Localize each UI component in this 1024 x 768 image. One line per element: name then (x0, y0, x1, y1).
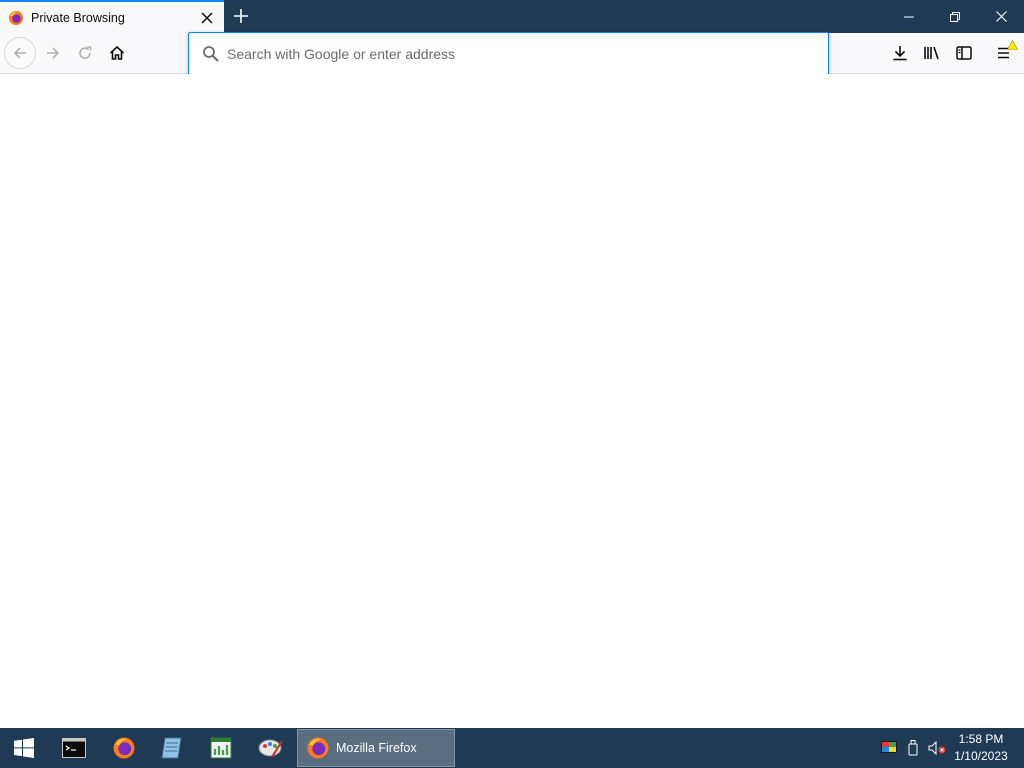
reload-button[interactable] (69, 37, 101, 69)
search-icon (203, 45, 219, 62)
sidebar-icon (956, 46, 972, 60)
spreadsheet-icon (210, 737, 232, 759)
arrow-left-icon (13, 47, 26, 59)
open-menu-button[interactable] (990, 38, 1020, 68)
tray-display[interactable] (878, 728, 900, 768)
library-icon (924, 46, 939, 60)
plus-icon (234, 9, 248, 23)
downloads-button[interactable] (885, 38, 915, 68)
firefox-icon (113, 737, 135, 759)
title-bar: Private Browsing (0, 0, 1024, 33)
restore-button[interactable] (932, 0, 978, 33)
close-icon (995, 11, 1007, 22)
search-input[interactable] (227, 45, 807, 62)
sidebar-button[interactable] (949, 38, 979, 68)
firefox-icon (9, 10, 23, 25)
usb-icon (908, 740, 918, 756)
taskbar-notepad[interactable] (148, 728, 196, 768)
minimize-icon (904, 16, 914, 17)
page-content (0, 74, 1024, 728)
taskbar-clock[interactable]: 1:58 PM 1/10/2023 (946, 731, 1016, 765)
back-button[interactable] (4, 37, 36, 69)
restore-icon (950, 11, 960, 22)
terminal-icon (62, 738, 86, 758)
color-display-icon (881, 741, 897, 753)
download-icon (893, 46, 907, 61)
firefox-icon (307, 737, 329, 759)
muted-speaker-icon (928, 741, 946, 755)
home-button[interactable] (101, 37, 133, 69)
library-button[interactable] (917, 38, 947, 68)
taskbar-terminal[interactable] (50, 728, 98, 768)
paint-icon (258, 739, 283, 758)
close-window-button[interactable] (978, 0, 1024, 33)
forward-button[interactable] (37, 37, 69, 69)
reload-icon (79, 46, 92, 59)
url-bar[interactable] (188, 32, 829, 75)
home-icon (109, 45, 125, 60)
tray-volume[interactable] (926, 728, 948, 768)
arrow-right-icon (47, 47, 60, 59)
minimize-button[interactable] (886, 0, 932, 33)
taskbar-active-firefox[interactable]: Mozilla Firefox (297, 729, 455, 767)
clock-time: 1:58 PM (958, 732, 1004, 746)
new-tab-button[interactable] (229, 4, 253, 28)
start-icon (14, 738, 34, 758)
notepad-icon (161, 737, 182, 759)
close-icon[interactable] (196, 7, 218, 29)
warning-icon (1007, 40, 1018, 50)
taskbar-firefox[interactable] (100, 728, 148, 768)
taskbar: Mozilla Firefox 1:58 PM 1/10/2023 (0, 728, 1024, 768)
taskbar-spreadsheet[interactable] (197, 728, 245, 768)
start-button[interactable] (0, 728, 48, 768)
tab-title: Private Browsing (31, 10, 125, 25)
taskbar-paint[interactable] (247, 728, 295, 768)
taskbar-app-label: Mozilla Firefox (336, 741, 417, 755)
tray-usb[interactable] (903, 728, 923, 768)
clock-date: 1/10/2023 (954, 749, 1008, 763)
tab-private-browsing[interactable]: Private Browsing (0, 0, 224, 33)
